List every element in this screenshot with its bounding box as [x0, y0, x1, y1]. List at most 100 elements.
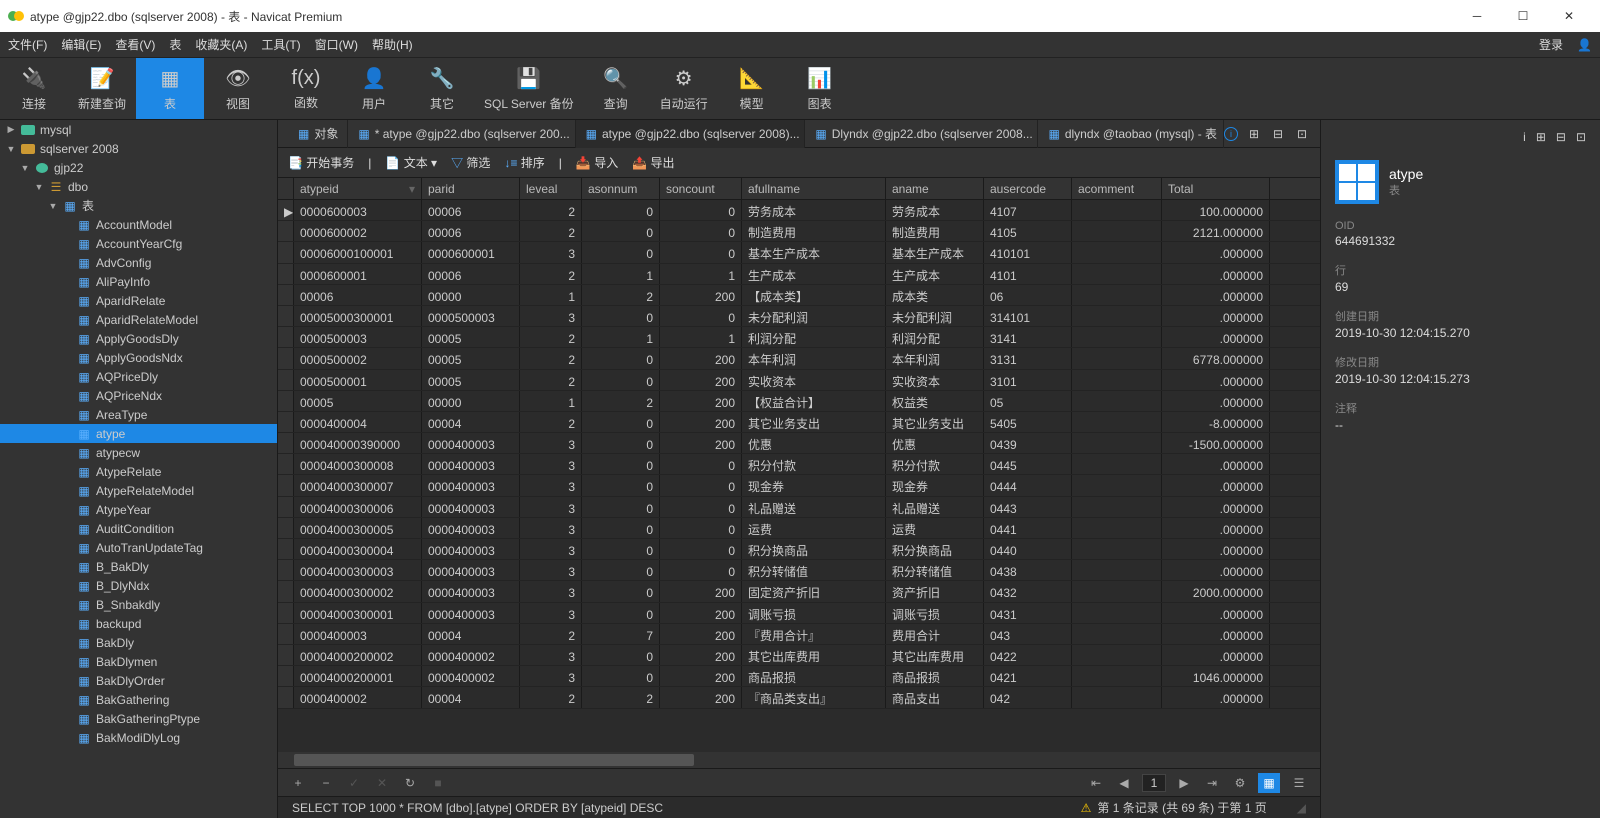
cell[interactable]: 3101	[984, 370, 1072, 390]
cell[interactable]: 00004000300001	[294, 603, 422, 623]
cell[interactable]: 0000400003	[422, 581, 520, 601]
apply-button[interactable]: ✓	[344, 776, 364, 790]
cell[interactable]: 其它出库费用	[886, 645, 984, 665]
grid-view-button[interactable]: ▦	[1258, 773, 1280, 793]
cell[interactable]: 0	[660, 242, 742, 262]
cell[interactable]: 『商品类支出』	[742, 687, 886, 707]
menu-edit[interactable]: 编辑(E)	[61, 36, 101, 53]
object-tree-sidebar[interactable]: ▶mysql▼sqlserver 2008▼gjp22▼☰dbo▼▦表▦Acco…	[0, 120, 278, 818]
cell[interactable]: .000000	[1162, 454, 1270, 474]
cell[interactable]: 调账亏损	[742, 603, 886, 623]
table-row[interactable]: 00004000300002000040000330200固定资产折旧资产折旧0…	[278, 581, 1320, 602]
cell[interactable]: 0422	[984, 645, 1072, 665]
cell[interactable]: 礼品赠送	[742, 497, 886, 517]
cell[interactable]	[1072, 603, 1162, 623]
cell[interactable]: 制造费用	[742, 221, 886, 241]
toolbar-视图[interactable]: 👁视图	[204, 58, 272, 119]
cell[interactable]: 2	[520, 264, 582, 284]
tab[interactable]: ▦* atype @gjp22.dbo (sqlserver 200...	[348, 120, 575, 148]
cell[interactable]	[1072, 264, 1162, 284]
cell[interactable]: 3	[520, 306, 582, 326]
cell[interactable]: 200	[660, 581, 742, 601]
menu-favorites[interactable]: 收藏夹(A)	[195, 36, 247, 53]
menu-window[interactable]: 窗口(W)	[315, 36, 358, 53]
cell[interactable]: 0000500001	[294, 370, 422, 390]
delete-row-button[interactable]: −	[316, 776, 336, 790]
tree-item-AtypeYear[interactable]: ▦AtypeYear	[0, 500, 277, 519]
cell[interactable]: 生产成本	[886, 264, 984, 284]
menu-help[interactable]: 帮助(H)	[372, 36, 413, 53]
cell[interactable]: 0445	[984, 454, 1072, 474]
column-header-Total[interactable]: Total	[1162, 178, 1270, 199]
page-input[interactable]	[1142, 774, 1166, 792]
cell[interactable]: 1	[660, 327, 742, 347]
cell[interactable]: 200	[660, 645, 742, 665]
toolbar-SQL Server 备份[interactable]: 💾SQL Server 备份	[476, 58, 582, 119]
column-header-parid[interactable]: parid	[422, 178, 520, 199]
cell[interactable]: 1	[660, 264, 742, 284]
tab[interactable]: ▦对象	[288, 120, 348, 148]
sort-button[interactable]: ↓≡ 排序	[504, 154, 544, 171]
cell[interactable]: 0440	[984, 539, 1072, 559]
cell[interactable]	[1072, 348, 1162, 368]
cell[interactable]	[1072, 221, 1162, 241]
tree-item-AccountYearCfg[interactable]: ▦AccountYearCfg	[0, 234, 277, 253]
tree-item-表[interactable]: ▼▦表	[0, 196, 277, 215]
cell[interactable]: 资产折旧	[886, 581, 984, 601]
cell[interactable]: 1046.000000	[1162, 666, 1270, 686]
table-row[interactable]: 00005000020000520200本年利润本年利润31316778.000…	[278, 348, 1320, 369]
table-row[interactable]: 000040000390000000040000330200优惠优惠0439-1…	[278, 433, 1320, 454]
cell[interactable]: .000000	[1162, 518, 1270, 538]
tree-item-sqlserver 2008[interactable]: ▼sqlserver 2008	[0, 139, 277, 158]
cell[interactable]: 0	[660, 475, 742, 495]
form-view-button[interactable]: ☰	[1288, 773, 1310, 793]
table-row[interactable]: 00004000030000427200『费用合计』费用合计043.000000	[278, 624, 1320, 645]
cell[interactable]: 0	[660, 560, 742, 580]
cell[interactable]: 0	[582, 645, 660, 665]
cell[interactable]: 4107	[984, 200, 1072, 220]
cell[interactable]: 00005000300001	[294, 306, 422, 326]
column-header-asonnum[interactable]: asonnum	[582, 178, 660, 199]
cell[interactable]: 0443	[984, 497, 1072, 517]
cell[interactable]: 0000500002	[294, 348, 422, 368]
cell[interactable]	[1072, 497, 1162, 517]
tree-item-B_Snbakdly[interactable]: ▦B_Snbakdly	[0, 595, 277, 614]
cell[interactable]: 00004000300003	[294, 560, 422, 580]
cell[interactable]: 00006	[422, 200, 520, 220]
cell[interactable]: 0	[582, 560, 660, 580]
cell[interactable]: 2	[520, 412, 582, 432]
cell[interactable]: 042	[984, 687, 1072, 707]
cell[interactable]: 0000400003	[422, 497, 520, 517]
cell[interactable]: .000000	[1162, 370, 1270, 390]
tree-item-atype[interactable]: ▦atype	[0, 424, 277, 443]
table-row[interactable]: 000050000012200【权益合计】权益类05.000000	[278, 391, 1320, 412]
cell[interactable]	[1072, 242, 1162, 262]
tree-item-AreaType[interactable]: ▦AreaType	[0, 405, 277, 424]
cell[interactable]	[1072, 687, 1162, 707]
cell[interactable]: 礼品赠送	[886, 497, 984, 517]
toolbar-模型[interactable]: 📐模型	[718, 58, 786, 119]
cell[interactable]: 实收资本	[742, 370, 886, 390]
cell[interactable]: 未分配利润	[886, 306, 984, 326]
close-button[interactable]: ✕	[1546, 0, 1592, 32]
tab[interactable]: ▦atype @gjp22.dbo (sqlserver 2008)...	[576, 120, 806, 148]
table-row[interactable]: 000040003000070000400003300现金券现金券0444.00…	[278, 475, 1320, 496]
prev-page-button[interactable]: ◀	[1114, 776, 1134, 790]
cell[interactable]: 00006	[294, 285, 422, 305]
cell[interactable]: 00005	[422, 327, 520, 347]
tree-item-AQPriceDly[interactable]: ▦AQPriceDly	[0, 367, 277, 386]
cell[interactable]: 运费	[742, 518, 886, 538]
cell[interactable]: 积分付款	[886, 454, 984, 474]
tree-item-AliPayInfo[interactable]: ▦AliPayInfo	[0, 272, 277, 291]
cell[interactable]: 商品支出	[886, 687, 984, 707]
cell[interactable]: 00006	[422, 221, 520, 241]
cell[interactable]	[1072, 518, 1162, 538]
cell[interactable]: 200	[660, 285, 742, 305]
cell[interactable]: 1	[582, 327, 660, 347]
cell[interactable]: 积分转储值	[886, 560, 984, 580]
cell[interactable]: 0	[660, 200, 742, 220]
cell[interactable]: 2	[520, 327, 582, 347]
cell[interactable]: 200	[660, 348, 742, 368]
cell[interactable]: .000000	[1162, 497, 1270, 517]
cell[interactable]	[1072, 285, 1162, 305]
